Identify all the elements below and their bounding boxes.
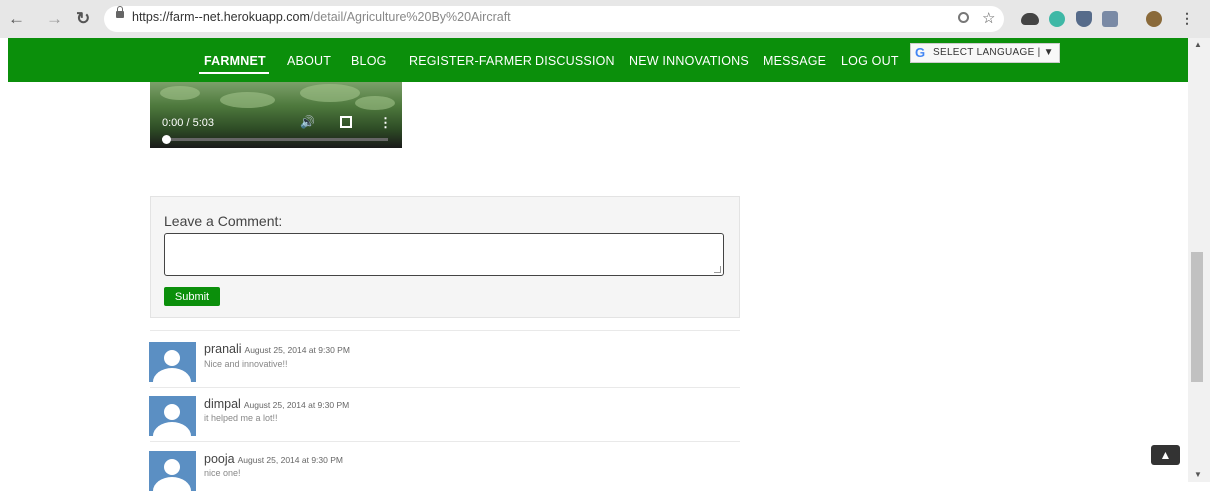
- forward-arrow-icon[interactable]: →: [46, 9, 63, 29]
- video-frame-foliage: [160, 86, 200, 100]
- avatar: [149, 451, 196, 491]
- video-time: 0:00 / 5:03: [162, 117, 214, 129]
- lock-icon: [116, 6, 124, 18]
- comment-form-label: Leave a Comment:: [164, 213, 283, 229]
- back-arrow-icon[interactable]: ←: [8, 9, 25, 29]
- video-progress-bar[interactable]: [162, 138, 388, 141]
- extension-m-icon[interactable]: [1049, 11, 1065, 27]
- active-nav-underline: [199, 72, 269, 74]
- fullscreen-icon[interactable]: [340, 116, 352, 128]
- nav-message[interactable]: MESSAGE: [763, 54, 826, 68]
- profile-avatar-icon[interactable]: [1146, 11, 1162, 27]
- nav-new-innovations[interactable]: NEW INNOVATIONS: [629, 54, 749, 68]
- star-icon[interactable]: ☆: [982, 9, 995, 27]
- avatar: [149, 396, 196, 436]
- nav-discussion[interactable]: DISCUSSION: [535, 54, 615, 68]
- scroll-down-arrow-icon[interactable]: ▼: [1194, 470, 1202, 479]
- comment-text: Nice and innovative!!: [204, 359, 288, 369]
- scroll-up-arrow-icon[interactable]: ▲: [1194, 40, 1202, 49]
- language-selector[interactable]: G SELECT LANGUAGE | ▼: [910, 43, 1060, 63]
- nav-register-farmer[interactable]: REGISTER-FARMER: [409, 54, 532, 68]
- comment-date: August 25, 2014 at 9:30 PM: [244, 345, 350, 355]
- video-frame-foliage: [355, 96, 395, 110]
- nav-farmnet[interactable]: FARMNET: [204, 54, 266, 68]
- comment-divider: [150, 387, 740, 388]
- comment-author: dimpal August 25, 2014 at 9:30 PM: [204, 397, 350, 411]
- resize-grip-icon[interactable]: [714, 266, 721, 273]
- avatar: [149, 342, 196, 382]
- nav-about[interactable]: ABOUT: [287, 54, 331, 68]
- scrollbar-thumb[interactable]: [1191, 252, 1203, 382]
- comment-date: August 25, 2014 at 9:30 PM: [237, 455, 343, 465]
- video-frame-foliage: [220, 92, 275, 108]
- comment-text: nice one!: [204, 468, 241, 478]
- comment-date: August 25, 2014 at 9:30 PM: [243, 400, 350, 410]
- nav-blog[interactable]: BLOG: [351, 54, 387, 68]
- more-options-icon[interactable]: ⋮: [379, 115, 392, 131]
- zoom-search-icon[interactable]: [958, 12, 969, 23]
- video-progress-handle[interactable]: [162, 135, 171, 144]
- extension-cloud-icon[interactable]: [1021, 13, 1039, 25]
- reload-icon[interactable]: ↻: [76, 9, 90, 29]
- url-text[interactable]: https://farm--net.herokuapp.com/detail/A…: [132, 10, 511, 24]
- scroll-top-button[interactable]: ▲: [1151, 445, 1180, 465]
- comment-author: pooja August 25, 2014 at 9:30 PM: [204, 452, 343, 466]
- comment-text: it helped me a lot!!: [204, 413, 278, 423]
- google-logo-icon: G: [915, 45, 926, 60]
- language-selector-label: SELECT LANGUAGE | ▼: [933, 47, 1054, 58]
- comment-divider: [150, 441, 740, 442]
- volume-icon[interactable]: 🔊: [300, 115, 315, 129]
- nav-log-out[interactable]: LOG OUT: [841, 54, 899, 68]
- browser-menu-icon[interactable]: ⋮: [1180, 10, 1194, 27]
- submit-button[interactable]: Submit: [164, 287, 220, 306]
- comment-textarea[interactable]: [164, 233, 724, 276]
- video-player[interactable]: 0:00 / 5:03 🔊 ⋮: [150, 82, 402, 148]
- video-frame-foliage: [300, 84, 360, 102]
- chevron-up-icon: ▲: [1159, 448, 1172, 462]
- extension-square-icon[interactable]: [1102, 11, 1118, 27]
- comment-author: pranali August 25, 2014 at 9:30 PM: [204, 342, 350, 356]
- comment-divider: [150, 330, 740, 331]
- extension-shield-icon[interactable]: [1076, 11, 1092, 27]
